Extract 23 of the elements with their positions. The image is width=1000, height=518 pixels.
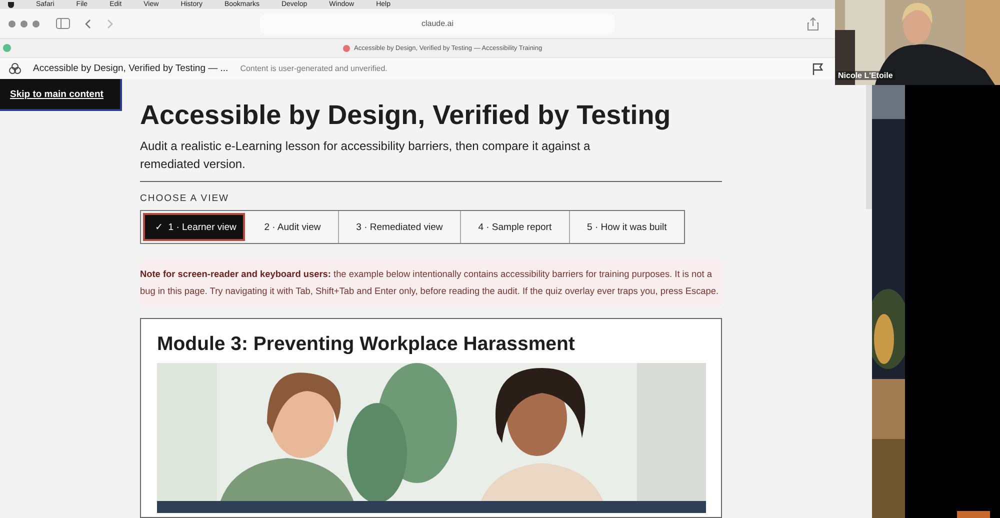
artifact-title: Accessible by Design, Verified by Testing — ... [33,63,228,74]
shapes-icon [9,63,21,74]
page-title: Accessible by Design, Verified by Testing [140,99,672,131]
sidebar-icon[interactable] [56,18,70,29]
view-tab[interactable]: ✓ 1 · Learner view [141,211,247,243]
status-dot-icon [3,44,11,52]
section-label: CHOOSE A VIEW [140,193,230,204]
window-controls-icon[interactable] [8,20,42,28]
address-field[interactable]: claude.ai [260,14,615,34]
flag-icon[interactable] [812,62,823,74]
share-icon[interactable] [807,16,819,30]
module-title: Module 3: Preventing Workplace Harassment [157,333,576,356]
view-tab[interactable]: 2 · Audit view [247,211,339,243]
skip-link[interactable]: Skip to main content [0,79,122,111]
page-subtitle: Audit a realistic e-Learning lesson for accessibility barriers, then compare it against a remediated version. [140,138,592,173]
view-tab[interactable]: 5 · How it was built [570,211,684,243]
view-tab[interactable]: 3 · Remediated view [338,211,461,243]
forward-icon[interactable] [106,18,114,28]
notice-text: Content is user-generated and unverified. [240,64,388,73]
favicon-icon [343,44,350,52]
view-tab[interactable]: 4 · Sample report [460,211,570,243]
warning-note: Note for screen-reader and keyboard users: the example below intentionally contains accessibility barriers for training purposes. It is not a bug in this page. Try navigating it with Tab, Shift+Tab and Enter only, before reading the audit. If the quiz overlay ever traps you, press Escape. [140,260,722,306]
back-icon[interactable] [84,18,92,28]
